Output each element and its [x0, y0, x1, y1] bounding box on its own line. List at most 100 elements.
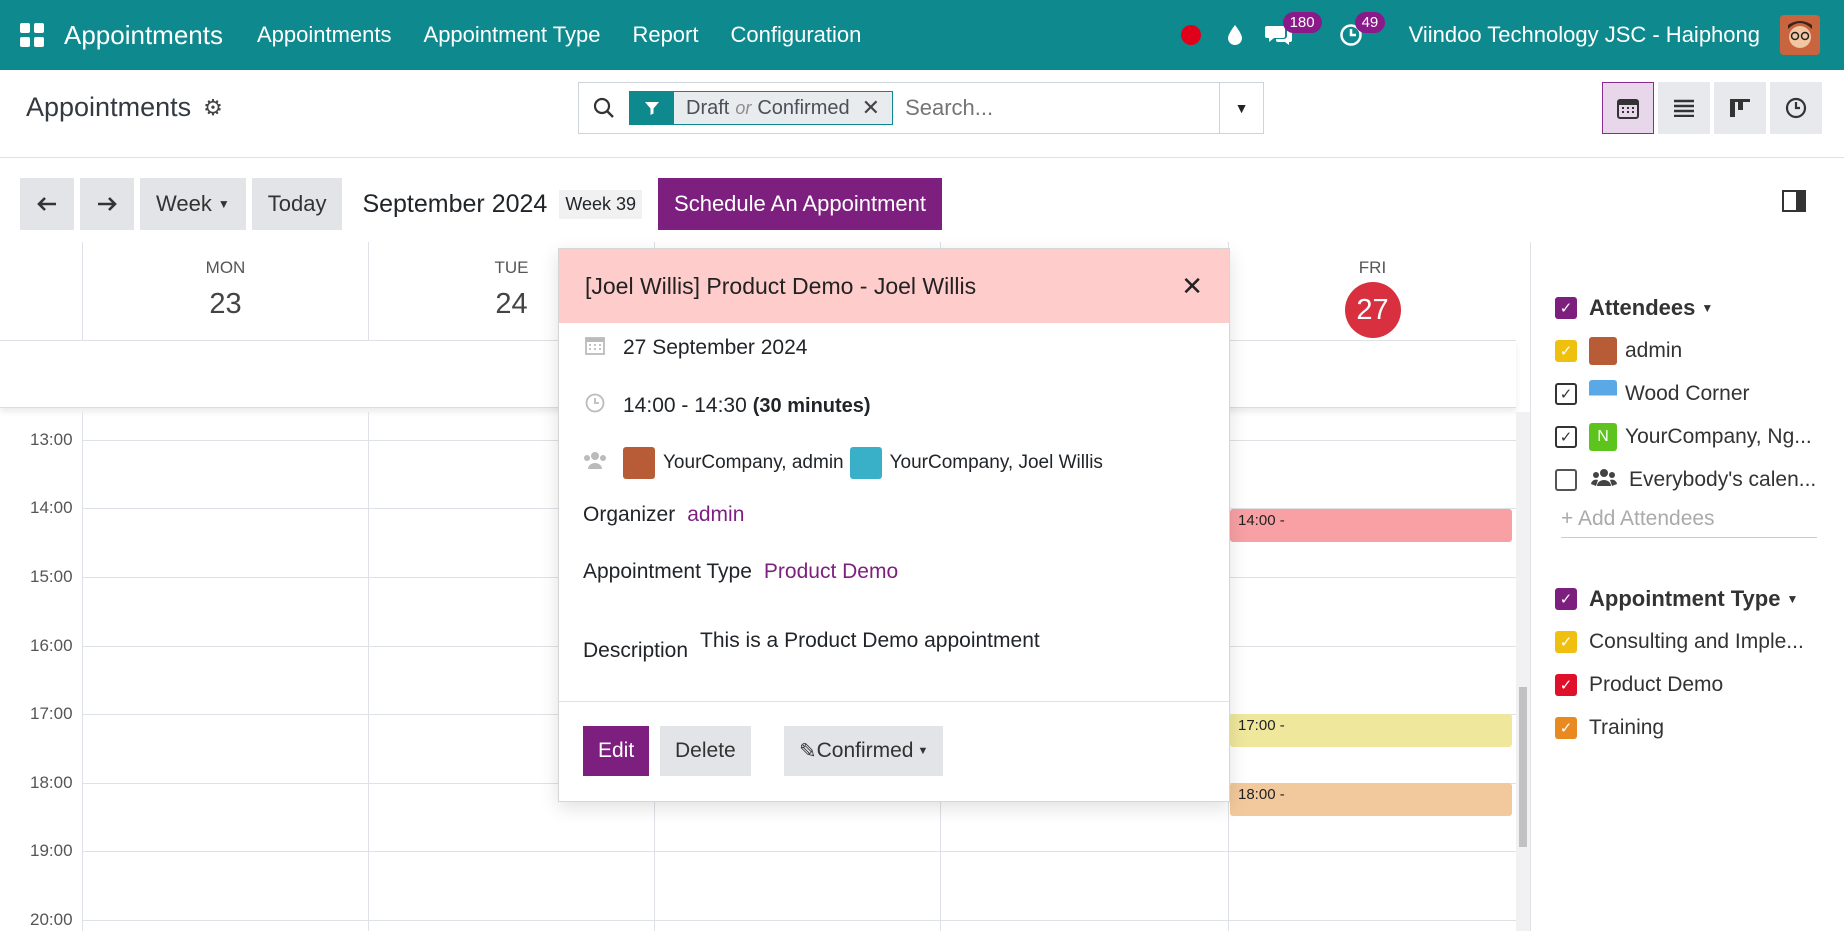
menu-configuration[interactable]: Configuration [715, 22, 878, 48]
checkbox-checked[interactable]: ✓ [1555, 296, 1577, 319]
menu-report[interactable]: Report [616, 22, 714, 48]
attendee-admin[interactable]: ✓ admin [1555, 329, 1817, 372]
type-consulting[interactable]: ✓ Consulting and Imple... [1555, 620, 1804, 663]
facet-remove-icon[interactable]: ✕ [862, 95, 892, 121]
avatar [1589, 336, 1617, 365]
attendee-everybody[interactable]: Everybody's calen... [1555, 458, 1817, 501]
hour-label: 20:00 [30, 910, 73, 929]
calendar-toolbar: Week ▼ Today September 2024 Week 39 Sche… [20, 178, 942, 230]
event-1400[interactable]: 14:00 - [1230, 509, 1512, 542]
popover-attendee: YourCompany, Joel Willis [889, 452, 1103, 473]
status-dropdown[interactable]: ✎ Confirmed ▼ [784, 726, 944, 776]
record-icon[interactable] [1169, 0, 1213, 70]
checkbox-checked[interactable]: ✓ [1555, 673, 1577, 696]
caret-down-icon: ▼ [1786, 591, 1799, 606]
hour-label: 18:00 [30, 773, 73, 792]
menu-appointment-type[interactable]: Appointment Type [408, 22, 617, 48]
user-avatar[interactable] [1780, 15, 1820, 55]
facet-value-draft: Draft [686, 96, 730, 119]
sidebar-toggle-icon[interactable] [1782, 190, 1806, 212]
app-brand[interactable]: Appointments [64, 20, 223, 51]
activity-badge: 49 [1354, 12, 1386, 33]
calendar-scrollbar[interactable] [1516, 412, 1530, 931]
scale-dropdown[interactable]: Week ▼ [140, 178, 246, 230]
calendar-sidebar: ✓ Attendees ▼ ✓ admin ✓ Wood Corner ✓ N … [1530, 242, 1844, 931]
attendees-header[interactable]: ✓ Attendees ▼ [1555, 286, 1817, 329]
event-1800[interactable]: 18:00 - [1230, 783, 1512, 816]
droplet-icon[interactable] [1213, 0, 1257, 70]
avatar [623, 447, 655, 479]
edit-button[interactable]: Edit [583, 726, 650, 776]
search-options-caret-icon[interactable]: ▼ [1219, 83, 1263, 133]
popover-time-row: 14:00 - 14:30 (30 minutes) [583, 393, 871, 419]
clock-icon [583, 393, 607, 419]
top-navbar: Appointments Appointments Appointment Ty… [0, 0, 1844, 70]
type-label: Appointment Type [583, 560, 752, 583]
search-icon [579, 97, 629, 119]
activity-view-icon[interactable] [1770, 82, 1822, 134]
pencil-icon: ✎ [799, 739, 817, 763]
attendees-filter: ✓ Attendees ▼ ✓ admin ✓ Wood Corner ✓ N … [1555, 286, 1817, 544]
attendee-yourcompany[interactable]: ✓ N YourCompany, Ng... [1555, 415, 1817, 458]
popover-title: [Joel Willis] Product Demo - Joel Willis [585, 272, 977, 299]
popover-duration: (30 minutes) [752, 394, 871, 417]
day-name: MON [205, 258, 246, 277]
week-number: Week 39 [559, 189, 643, 219]
menu-appointments[interactable]: Appointments [241, 22, 408, 48]
apps-menu-icon[interactable] [0, 0, 64, 70]
organizer-link[interactable]: admin [687, 503, 744, 527]
kanban-view-icon[interactable] [1714, 82, 1766, 134]
type-link[interactable]: Product Demo [764, 560, 898, 584]
gear-icon[interactable]: ⚙ [203, 95, 223, 121]
attendee-label: YourCompany, Ng... [1625, 424, 1812, 448]
attendee-wood-corner[interactable]: ✓ Wood Corner [1555, 372, 1817, 415]
type-header[interactable]: ✓ Appointment Type ▼ [1555, 577, 1804, 620]
checkbox-checked[interactable]: ✓ [1555, 382, 1577, 405]
filter-facet[interactable]: Draft or Confirmed ✕ [629, 91, 894, 125]
checkbox-checked[interactable]: ✓ [1555, 630, 1577, 653]
avatar [1589, 379, 1617, 408]
type-product-demo[interactable]: ✓ Product Demo [1555, 663, 1804, 706]
facet-value-confirmed: Confirmed [757, 96, 850, 119]
chat-icon[interactable]: 180 [1257, 0, 1322, 70]
activity-clock-icon[interactable]: 49 [1329, 0, 1386, 70]
popover-description-row: Description This is a Product Demo appoi… [583, 619, 1040, 663]
popover-attendee: YourCompany, admin [663, 452, 844, 473]
delete-button[interactable]: Delete [660, 726, 751, 776]
caret-down-icon: ▼ [1701, 300, 1714, 315]
attendees-title: Attendees [1589, 294, 1696, 320]
day-header-fri: FRI 27 [1228, 242, 1516, 340]
previous-arrow-icon[interactable] [20, 178, 74, 230]
popover-type-row: Appointment Type Product Demo [583, 560, 898, 584]
add-attendees-input[interactable]: + Add Attendees [1561, 507, 1817, 538]
description-label: Description [583, 639, 689, 662]
users-icon [583, 450, 607, 476]
checkbox-unchecked[interactable] [1555, 468, 1577, 491]
search-input[interactable] [905, 95, 1206, 121]
hour-label: 16:00 [30, 636, 73, 655]
checkbox-checked[interactable]: ✓ [1555, 716, 1577, 739]
close-icon[interactable]: ✕ [1181, 271, 1203, 302]
facet-values: Draft or Confirmed [674, 97, 862, 120]
day-name: FRI [1358, 258, 1387, 277]
caret-down-icon: ▼ [917, 745, 929, 757]
event-1700[interactable]: 17:00 - [1230, 714, 1512, 747]
checkbox-checked[interactable]: ✓ [1555, 339, 1577, 362]
popover-header: [Joel Willis] Product Demo - Joel Willis… [559, 249, 1229, 323]
calendar-view-icon[interactable] [1602, 82, 1654, 134]
checkbox-checked[interactable]: ✓ [1555, 587, 1577, 610]
company-switcher[interactable]: Viindoo Technology JSC - Haiphong [1409, 22, 1760, 48]
checkbox-checked[interactable]: ✓ [1555, 425, 1577, 448]
popover-footer: Edit Delete ✎ Confirmed ▼ [559, 701, 1229, 801]
next-arrow-icon[interactable] [80, 178, 134, 230]
search-bar[interactable]: DraftorConfirmed ✕ ▼ [578, 82, 1264, 134]
scrollbar-thumb[interactable] [1519, 687, 1527, 847]
day-number: 23 [209, 288, 242, 320]
type-title: Appointment Type [1589, 585, 1781, 611]
schedule-appointment-button[interactable]: Schedule An Appointment [658, 178, 942, 230]
type-training[interactable]: ✓ Training [1555, 706, 1804, 749]
status-label: Confirmed [816, 739, 914, 762]
page-title-wrap: Appointments ⚙ [26, 92, 223, 123]
today-button[interactable]: Today [251, 178, 343, 230]
list-view-icon[interactable] [1658, 82, 1710, 134]
